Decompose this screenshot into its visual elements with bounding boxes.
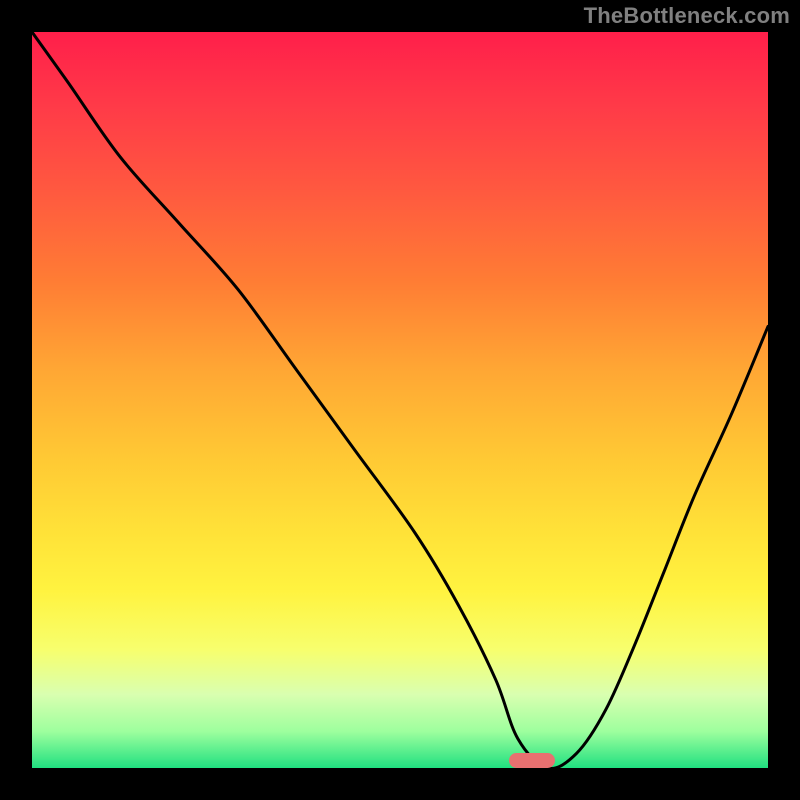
minimum-marker [509, 753, 555, 768]
bottleneck-curve [32, 32, 768, 768]
chart-frame: TheBottleneck.com [0, 0, 800, 800]
plot-area [32, 32, 768, 768]
watermark-text: TheBottleneck.com [584, 3, 790, 29]
